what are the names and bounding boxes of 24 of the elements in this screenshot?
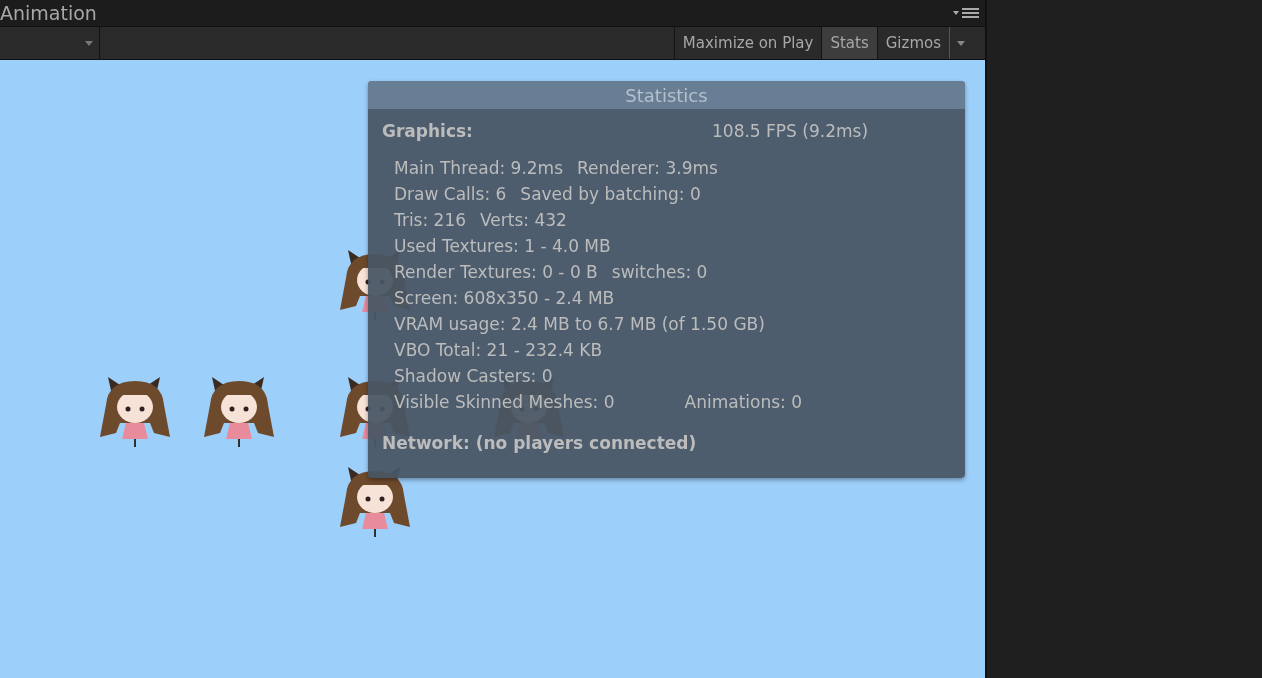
stat-text: Tris: 216 — [394, 210, 467, 230]
stat-text: switches: 0 — [611, 262, 708, 282]
stat-text: Main Thread: 9.2ms — [394, 158, 563, 178]
stat-text: Animations: 0 — [684, 392, 802, 412]
toolbar-button[interactable]: Stats — [821, 27, 877, 59]
stat-text: Render Textures: 0 - 0 B — [394, 262, 598, 282]
stat-text: Screen: 608x350 - 2.4 MB — [394, 288, 615, 308]
stat-text: Shadow Casters: 0 — [394, 366, 553, 386]
stat-text: VRAM usage: 2.4 MB to 6.7 MB (of 1.50 GB) — [394, 314, 765, 334]
caret-icon — [956, 40, 965, 46]
stat-text: Saved by batching: 0 — [520, 184, 701, 204]
section-label: Graphics: — [382, 121, 474, 141]
network-text: Network: (no players connected) — [382, 433, 698, 453]
stat-text: VBO Total: 21 - 232.4 KB — [394, 340, 603, 360]
stat-text: Verts: 432 — [480, 210, 567, 230]
stat-text: Visible Skinned Meshes: 0 — [394, 392, 615, 412]
stat-text: Renderer: 3.9ms — [577, 158, 718, 178]
stat-text: Draw Calls: 6 — [394, 184, 507, 204]
caret-icon — [85, 40, 93, 46]
fps-text: 108.5 FPS (9.2ms) — [712, 121, 868, 141]
panel-title: Statistics — [368, 81, 965, 109]
window-title: Animation — [0, 2, 97, 24]
menu-icon[interactable] — [953, 7, 979, 19]
stat-text: Used Textures: 1 - 4.0 MB — [394, 236, 611, 256]
